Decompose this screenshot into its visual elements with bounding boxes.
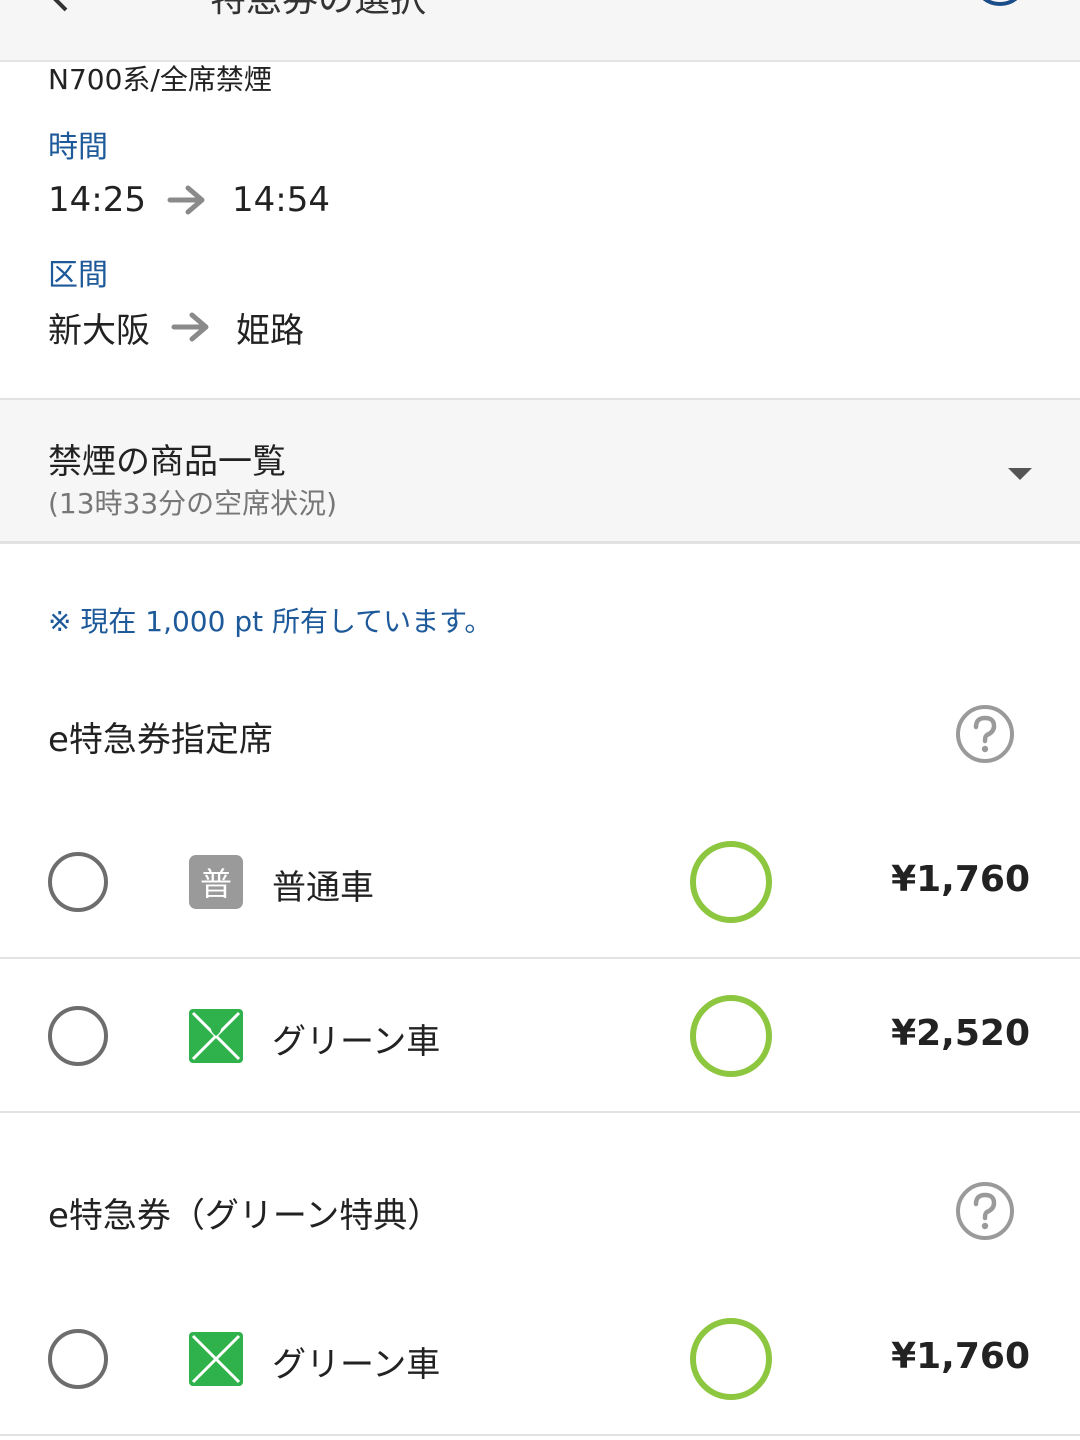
menu-button[interactable] xyxy=(972,0,1028,6)
arrow-right-icon xyxy=(166,180,208,220)
price: ¥2,520 xyxy=(891,1013,1030,1054)
product-heading: e特急券指定席 xyxy=(48,720,273,760)
section-row: 新大阪 姫路 xyxy=(48,305,304,351)
help-icon[interactable] xyxy=(955,704,1015,764)
app-bar: 特急券の選択 xyxy=(0,0,1080,62)
price: ¥1,760 xyxy=(891,859,1030,900)
to-station: 姫路 xyxy=(236,310,304,351)
product-list-title: 禁煙の商品一覧 xyxy=(48,442,286,482)
price: ¥1,760 xyxy=(891,1336,1030,1377)
train-type: N700系/全席禁煙 xyxy=(48,63,272,96)
radio-button[interactable] xyxy=(48,1329,108,1389)
product-list-header[interactable]: 禁煙の商品一覧 (13時33分の空席状況) xyxy=(0,398,1080,544)
depart-time: 14:25 xyxy=(48,180,146,220)
from-station: 新大阪 xyxy=(48,310,150,351)
help-icon[interactable] xyxy=(955,1181,1015,1241)
back-arrow-icon[interactable] xyxy=(48,0,88,18)
time-label: 時間 xyxy=(48,130,108,165)
available-circle-icon xyxy=(690,841,772,923)
radio-button[interactable] xyxy=(48,852,108,912)
train-info: N700系/全席禁煙 時間 14:25 14:54 区間 新大阪 姫路 xyxy=(0,62,1080,398)
available-circle-icon xyxy=(690,1318,772,1400)
section-label: 区間 xyxy=(48,258,108,293)
arrive-time: 14:54 xyxy=(231,180,330,220)
car-class-label: グリーン車 xyxy=(272,1345,441,1385)
page-title: 特急券の選択 xyxy=(210,0,426,22)
ordinary-car-badge: 普 xyxy=(189,855,243,909)
car-class-label: 普通車 xyxy=(272,868,374,908)
radio-button[interactable] xyxy=(48,1006,108,1066)
time-row: 14:25 14:54 xyxy=(48,178,330,222)
arrow-right-icon xyxy=(170,307,212,347)
caret-down-icon[interactable] xyxy=(1008,468,1032,480)
seat-option-row[interactable]: 普 普通車 ¥1,760 xyxy=(0,805,1080,959)
availability-time: (13時33分の空席状況) xyxy=(48,487,338,520)
car-class-label: グリーン車 xyxy=(272,1022,441,1062)
points-note: ※ 現在 1,000 pt 所有しています。 xyxy=(48,605,493,638)
available-circle-icon xyxy=(690,995,772,1077)
product-heading: e特急券（グリーン特典） xyxy=(48,1196,442,1236)
green-car-clover-icon xyxy=(189,1009,243,1063)
green-car-clover-icon xyxy=(189,1332,243,1386)
seat-option-row[interactable]: グリーン車 ¥2,520 xyxy=(0,959,1080,1113)
seat-option-row[interactable]: グリーン車 ¥1,760 xyxy=(0,1282,1080,1436)
